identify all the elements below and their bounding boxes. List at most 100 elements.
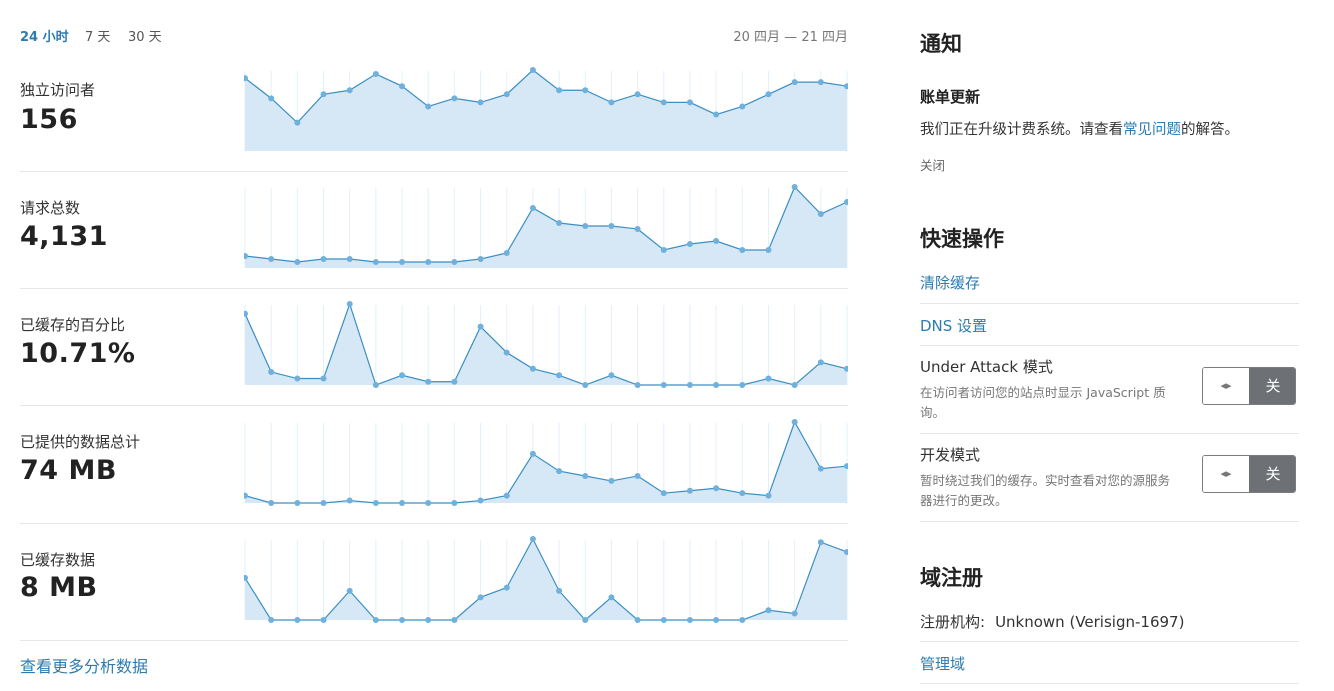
data-point — [582, 473, 589, 479]
series-area — [245, 187, 847, 268]
purge-cache-link[interactable]: 清除缓存 — [920, 272, 980, 293]
registrar-label: 注册机构: — [920, 613, 986, 631]
data-point — [582, 223, 589, 229]
data-point — [268, 369, 275, 376]
data-point — [503, 250, 510, 256]
data-point — [660, 99, 667, 106]
data-point — [765, 375, 772, 382]
data-point — [634, 473, 641, 479]
data-point — [268, 256, 275, 262]
data-point — [477, 497, 484, 504]
manage-domain-link[interactable]: 管理域 — [920, 653, 965, 674]
data-point — [529, 67, 536, 73]
data-point — [399, 372, 406, 379]
data-point — [372, 500, 379, 506]
sparkline-chart — [244, 184, 848, 268]
data-point — [320, 91, 327, 98]
date-range: 20 四月 — 21 四月 — [733, 30, 848, 45]
data-point — [713, 238, 720, 244]
metric-total-requests: 请求总数 4,131 — [20, 171, 848, 289]
data-point — [320, 500, 327, 506]
time-range-bar: 24 小时 7 天 30 天 20 四月 — 21 四月 — [20, 26, 848, 45]
data-point — [372, 259, 379, 265]
metric-label: 独立访问者 — [20, 81, 96, 99]
faq-link[interactable]: 常见问题 — [1123, 122, 1181, 138]
data-point — [582, 87, 589, 94]
dns-settings-link[interactable]: DNS 设置 — [920, 315, 987, 336]
data-point — [320, 617, 327, 623]
data-point — [608, 99, 615, 106]
under-attack-title: Under Attack 模式 — [920, 358, 1053, 376]
data-point — [399, 259, 406, 265]
dismiss-button[interactable]: 关闭 — [920, 155, 945, 174]
data-point — [451, 500, 458, 506]
data-point — [686, 487, 693, 494]
notifications-title: 通知 — [920, 32, 962, 56]
data-point — [791, 79, 798, 86]
data-point — [399, 83, 406, 90]
data-point — [634, 617, 641, 623]
data-point — [739, 382, 746, 388]
metric-unique-visitors: 独立访问者 156 — [20, 54, 848, 172]
registrar-info: 注册机构: Unknown (Verisign-1697) — [920, 611, 1184, 632]
tab-7d[interactable]: 7 天 — [85, 26, 110, 45]
data-point — [713, 617, 720, 623]
data-point — [608, 372, 615, 379]
metric-label: 已缓存数据 — [20, 551, 96, 569]
data-point — [634, 226, 641, 232]
sidebar: 通知 账单更新 我们正在升级计费系统。请查看常见问题的解答。 关闭 快速操作 清… — [920, 0, 1300, 691]
data-point — [425, 617, 432, 623]
data-point — [451, 259, 458, 265]
data-point — [346, 497, 353, 504]
tab-24h[interactable]: 24 小时 — [20, 26, 69, 45]
tab-30d[interactable]: 30 天 — [128, 26, 162, 45]
view-more-analytics-link[interactable]: 查看更多分析数据 — [20, 653, 148, 677]
dev-mode-toggle[interactable]: ◂▸ 关 — [1202, 455, 1296, 493]
data-point — [529, 536, 536, 542]
data-point — [556, 220, 563, 226]
data-point — [477, 323, 484, 330]
metric-value: 4,131 — [20, 221, 108, 252]
data-point — [477, 99, 484, 106]
data-point — [739, 247, 746, 253]
data-point — [739, 490, 746, 497]
data-point — [556, 587, 563, 594]
data-point — [817, 465, 824, 472]
registrar-row: 注册机构: Unknown (Verisign-1697) — [920, 599, 1299, 642]
under-attack-row: Under Attack 模式 在访问者访问您的站点时显示 JavaScript… — [920, 345, 1299, 434]
data-point — [451, 95, 458, 102]
data-point — [477, 594, 484, 601]
notice-title: 账单更新 — [920, 88, 981, 106]
data-point — [503, 91, 510, 98]
data-point — [529, 205, 536, 211]
metric-cached-percent: 已缓存的百分比 10.71% — [20, 288, 848, 406]
manage-domain-row: 管理域 — [920, 641, 1299, 684]
metric-label: 请求总数 — [20, 199, 81, 217]
under-attack-toggle[interactable]: ◂▸ 关 — [1202, 367, 1296, 405]
data-point — [765, 607, 772, 614]
sparkline-chart — [244, 419, 848, 506]
data-point — [817, 539, 824, 546]
data-point — [294, 259, 301, 265]
data-point — [503, 584, 510, 591]
data-point — [660, 617, 667, 623]
data-point — [582, 617, 589, 623]
data-point — [686, 99, 693, 106]
registrar-value: Unknown (Verisign-1697) — [995, 613, 1185, 631]
metric-value: 74 MB — [20, 455, 117, 486]
data-point — [660, 382, 667, 388]
data-point — [268, 617, 275, 623]
metric-total-bandwidth: 已提供的数据总计 74 MB — [20, 406, 848, 524]
data-point — [791, 610, 798, 617]
metric-cached-bandwidth: 已缓存数据 8 MB — [20, 523, 848, 641]
data-point — [346, 301, 353, 307]
data-point — [320, 256, 327, 262]
dev-mode-row: 开发模式 暂时绕过我们的缓存。实时查看对您的源服务器进行的更改。 ◂▸ 关 — [920, 433, 1299, 522]
data-point — [244, 310, 248, 317]
data-point — [244, 574, 248, 581]
data-point — [425, 378, 432, 385]
metric-label: 已缓存的百分比 — [20, 316, 126, 334]
data-point — [425, 500, 432, 506]
data-point — [791, 419, 798, 425]
data-point — [765, 247, 772, 253]
